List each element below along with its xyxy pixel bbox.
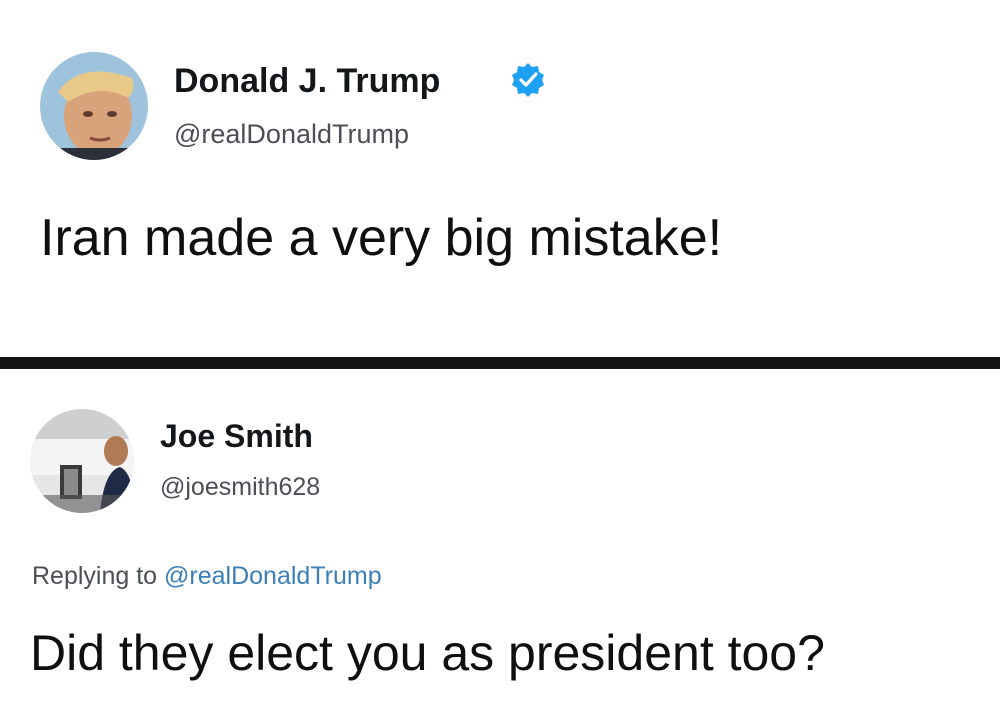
replying-prefix: Replying to <box>32 562 158 590</box>
display-name[interactable]: Joe Smith <box>160 414 313 458</box>
avatar[interactable] <box>30 409 134 513</box>
avatar[interactable] <box>40 52 148 160</box>
username-handle[interactable]: @joesmith628 <box>160 470 320 504</box>
tweet-text: Did they elect you as president too? <box>30 625 825 681</box>
verified-badge-icon <box>510 62 546 98</box>
display-name[interactable]: Donald J. Trump <box>174 58 440 104</box>
username-handle[interactable]: @realDonaldTrump <box>174 116 409 152</box>
tweet-text: Iran made a very big mistake! <box>40 209 723 267</box>
divider <box>0 357 1000 369</box>
replying-to: Replying to @realDonaldTrump <box>32 559 382 593</box>
original-tweet[interactable]: Donald J. Trump @realDonaldTrump Iran ma… <box>0 0 1000 355</box>
mention-link[interactable]: @realDonaldTrump <box>164 562 382 590</box>
